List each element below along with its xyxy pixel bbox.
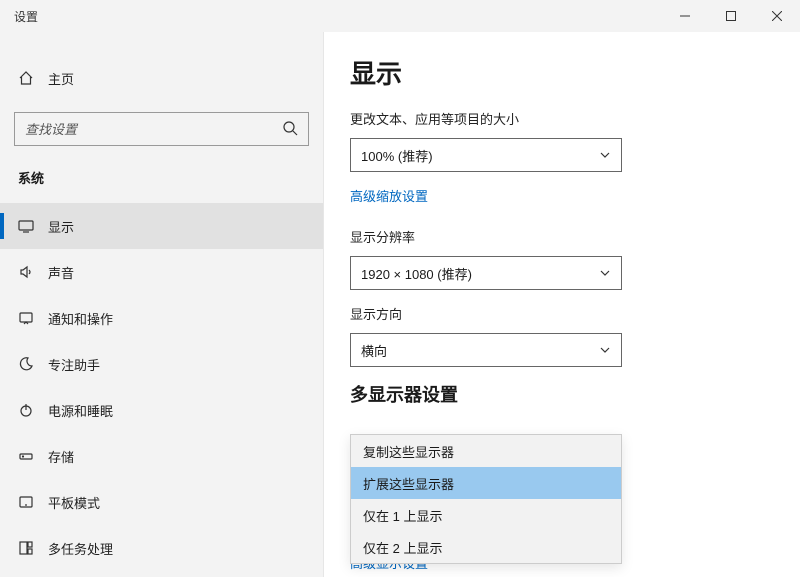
multitask-icon — [18, 540, 48, 556]
maximize-button[interactable] — [708, 0, 754, 32]
page-title: 显示 — [350, 54, 774, 91]
sidebar-item-multitask[interactable]: 多任务处理 — [0, 525, 323, 571]
notification-icon — [18, 310, 48, 326]
sidebar-item-label: 存储 — [48, 447, 74, 466]
search-icon — [282, 120, 298, 139]
sidebar-item-label: 多任务处理 — [48, 539, 113, 558]
sidebar-item-power[interactable]: 电源和睡眠 — [0, 387, 323, 433]
tablet-icon — [18, 494, 48, 510]
window-title: 设置 — [14, 8, 38, 25]
resolution-value: 1920 × 1080 (推荐) — [361, 264, 472, 283]
sidebar-item-label: 电源和睡眠 — [48, 401, 113, 420]
scale-value: 100% (推荐) — [361, 146, 433, 165]
window-titlebar: 设置 — [0, 0, 800, 32]
chevron-down-icon — [599, 149, 611, 161]
sidebar-item-sound[interactable]: 声音 — [0, 249, 323, 295]
multi-option-extend[interactable]: 扩展这些显示器 — [351, 467, 621, 499]
search-box[interactable] — [14, 112, 309, 146]
multi-option-duplicate[interactable]: 复制这些显示器 — [351, 435, 621, 467]
sidebar-item-display[interactable]: 显示 — [0, 203, 323, 249]
window-controls — [662, 0, 800, 32]
sidebar-item-label: 通知和操作 — [48, 309, 113, 328]
sidebar-item-label: 声音 — [48, 263, 74, 282]
sidebar-item-tablet[interactable]: 平板模式 — [0, 479, 323, 525]
home-icon — [18, 70, 48, 86]
resolution-dropdown[interactable]: 1920 × 1080 (推荐) — [350, 256, 622, 290]
resolution-label: 显示分辨率 — [350, 227, 774, 246]
scale-dropdown[interactable]: 100% (推荐) — [350, 138, 622, 172]
sidebar-item-focus[interactable]: 专注助手 — [0, 341, 323, 387]
scale-label: 更改文本、应用等项目的大小 — [350, 109, 774, 128]
sidebar-category: 系统 — [0, 162, 323, 203]
content-pane: 显示 更改文本、应用等项目的大小 100% (推荐) 高级缩放设置 显示分辨率 … — [324, 32, 800, 577]
sound-icon — [18, 264, 48, 280]
multi-option-only-1[interactable]: 仅在 1 上显示 — [351, 499, 621, 531]
sidebar-item-label: 平板模式 — [48, 493, 100, 512]
multi-monitor-dropdown-popup: 复制这些显示器 扩展这些显示器 仅在 1 上显示 仅在 2 上显示 — [350, 434, 622, 564]
search-input[interactable] — [25, 122, 282, 137]
chevron-down-icon — [599, 267, 611, 279]
orientation-value: 横向 — [361, 341, 387, 360]
advanced-scale-link[interactable]: 高级缩放设置 — [350, 186, 428, 205]
sidebar: 主页 系统 显示 声音 — [0, 32, 324, 577]
nav-home-label: 主页 — [48, 69, 74, 88]
chevron-down-icon — [599, 344, 611, 356]
multi-monitor-heading: 多显示器设置 — [350, 381, 774, 407]
display-icon — [18, 218, 48, 234]
orientation-label: 显示方向 — [350, 304, 774, 323]
power-icon — [18, 402, 48, 418]
storage-icon — [18, 448, 48, 464]
sidebar-item-notifications[interactable]: 通知和操作 — [0, 295, 323, 341]
multi-option-only-2[interactable]: 仅在 2 上显示 — [351, 531, 621, 563]
sidebar-item-label: 显示 — [48, 217, 74, 236]
close-button[interactable] — [754, 0, 800, 32]
sidebar-item-storage[interactable]: 存储 — [0, 433, 323, 479]
orientation-dropdown[interactable]: 横向 — [350, 333, 622, 367]
nav-home[interactable]: 主页 — [0, 58, 323, 98]
minimize-button[interactable] — [662, 0, 708, 32]
sidebar-item-label: 专注助手 — [48, 355, 100, 374]
moon-icon — [18, 356, 48, 372]
